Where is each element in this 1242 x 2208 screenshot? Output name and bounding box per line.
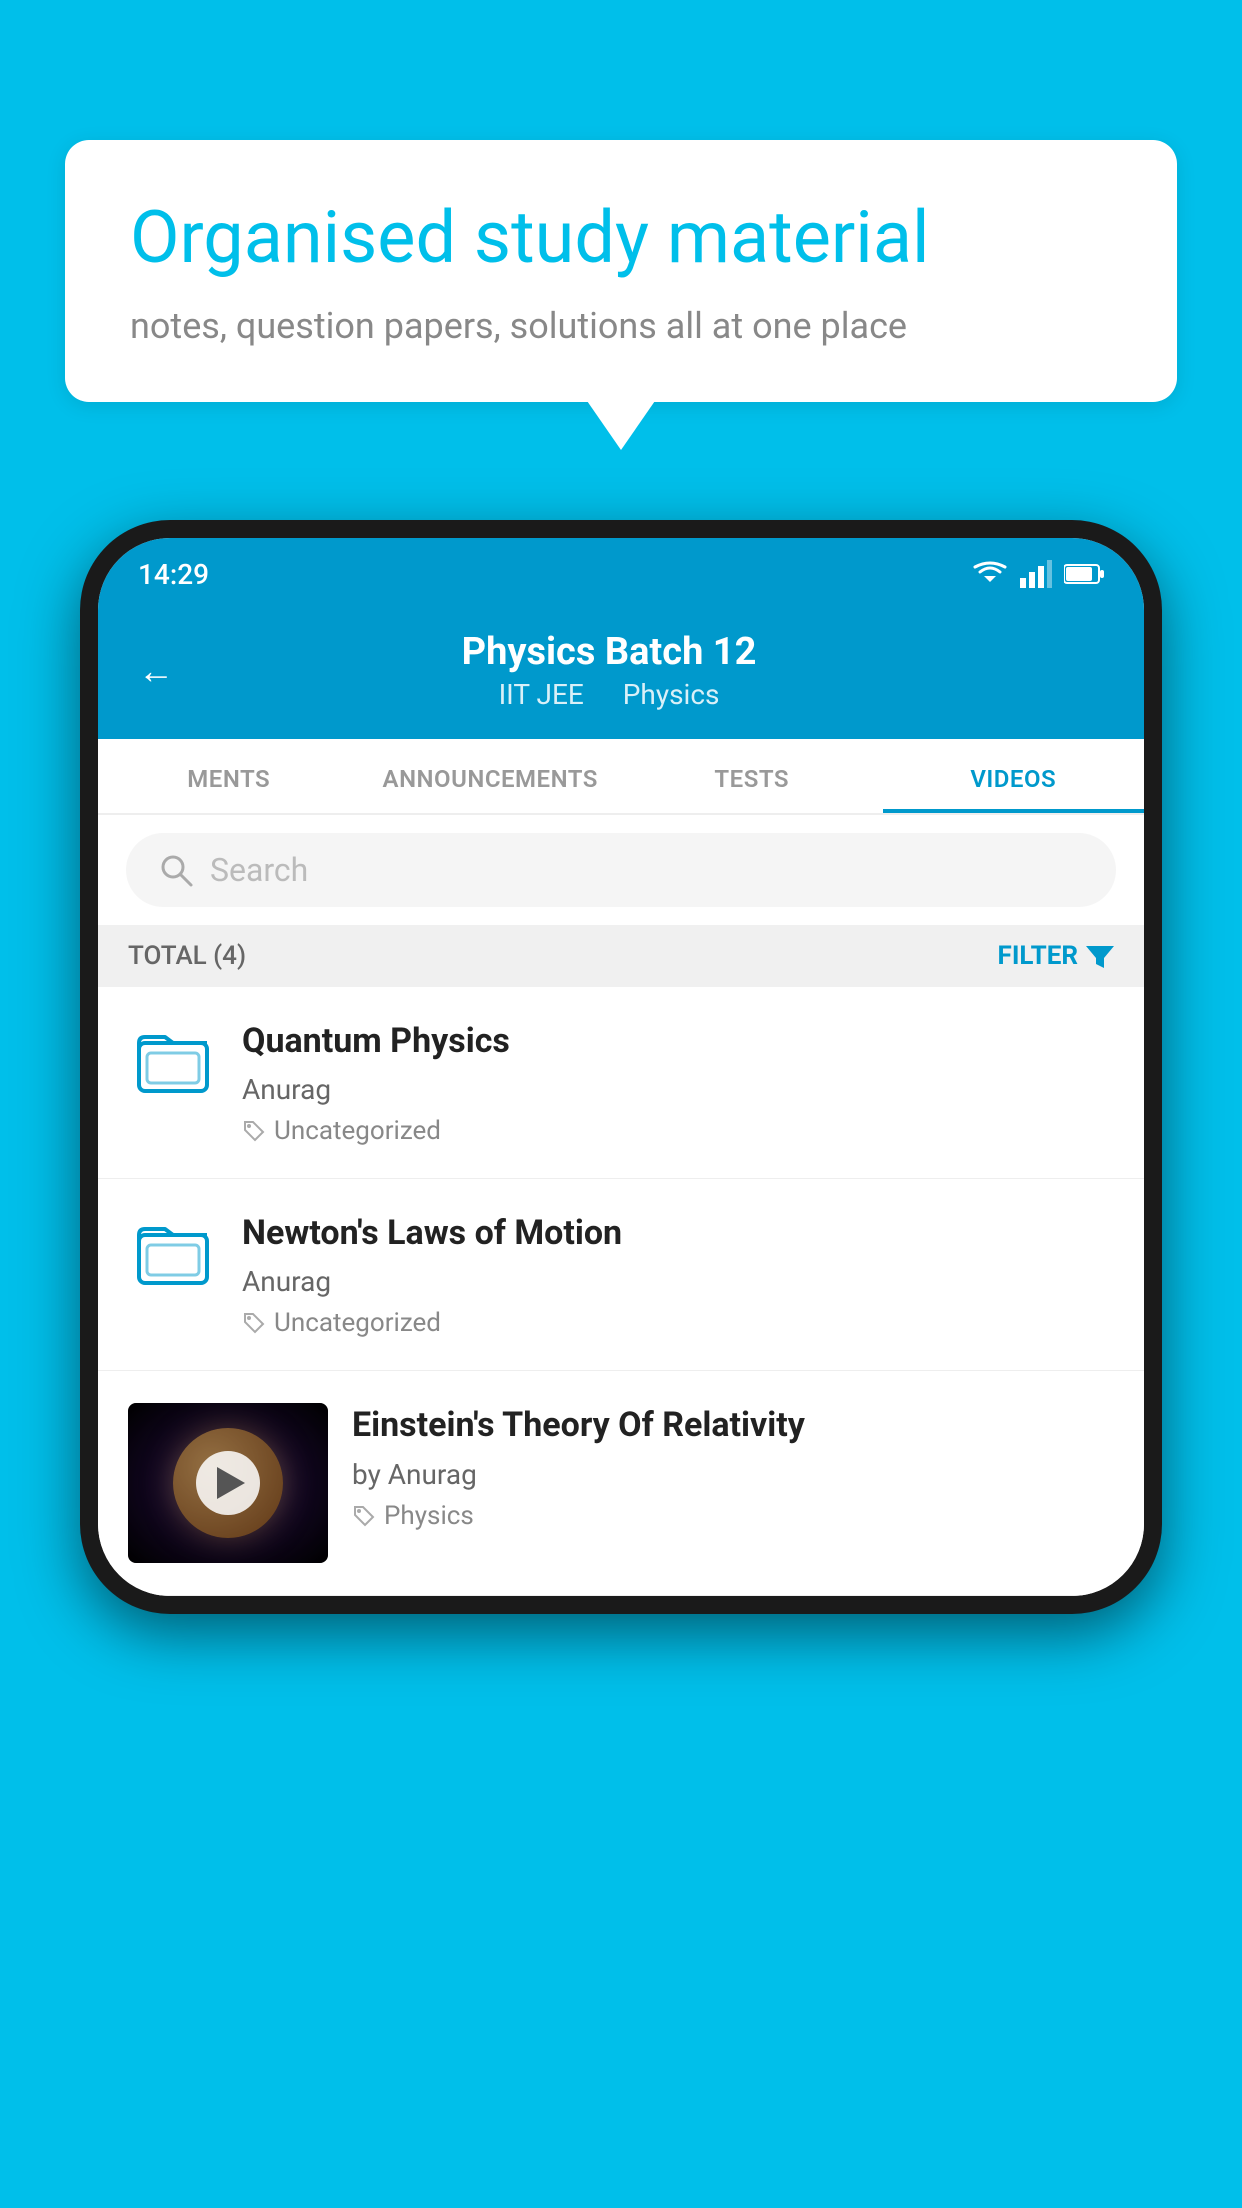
header-title: Physics Batch 12: [198, 630, 1020, 674]
phone-inner: 14:29: [98, 538, 1144, 1596]
phone-outer: 14:29: [80, 520, 1162, 1614]
app-header: ← Physics Batch 12 IIT JEE Physics: [98, 610, 1144, 739]
speech-bubble-heading: Organised study material: [130, 195, 1112, 281]
header-subtitle: IIT JEE Physics: [198, 678, 1020, 711]
video-tag: Physics: [352, 1501, 1114, 1531]
tag-icon: [242, 1119, 266, 1143]
speech-bubble: Organised study material notes, question…: [65, 140, 1177, 402]
list-item[interactable]: Quantum Physics Anurag Uncategorized: [98, 987, 1144, 1179]
speech-bubble-subtext: notes, question papers, solutions all at…: [130, 305, 1112, 347]
video-author: by Anurag: [352, 1458, 1114, 1491]
battery-icon: [1064, 563, 1104, 585]
video-tag: Uncategorized: [242, 1308, 1114, 1338]
video-author: Anurag: [242, 1265, 1114, 1298]
tag-label: Uncategorized: [274, 1308, 441, 1338]
thumbnail-overlay: [128, 1403, 328, 1563]
folder-icon-container: [128, 1211, 218, 1301]
filter-label: FILTER: [998, 941, 1078, 971]
tab-ments[interactable]: MENTS: [98, 739, 360, 813]
header-title-block: Physics Batch 12 IIT JEE Physics: [198, 630, 1020, 711]
list-item[interactable]: Einstein's Theory Of Relativity by Anura…: [98, 1371, 1144, 1596]
subtitle-part2: Physics: [623, 678, 720, 711]
video-info: Einstein's Theory Of Relativity by Anura…: [352, 1403, 1114, 1530]
video-list: Quantum Physics Anurag Uncategorized: [98, 987, 1144, 1596]
video-info: Quantum Physics Anurag Uncategorized: [242, 1019, 1114, 1146]
folder-icon-container: [128, 1019, 218, 1109]
filter-icon: [1086, 942, 1114, 970]
video-title: Einstein's Theory Of Relativity: [352, 1403, 1114, 1447]
folder-icon: [137, 1023, 209, 1099]
play-button[interactable]: [196, 1451, 260, 1515]
status-time: 14:29: [138, 558, 209, 591]
search-icon: [158, 852, 194, 888]
folder-icon: [137, 1215, 209, 1291]
video-info: Newton's Laws of Motion Anurag Uncategor…: [242, 1211, 1114, 1338]
video-tag: Uncategorized: [242, 1116, 1114, 1146]
speech-bubble-container: Organised study material notes, question…: [65, 140, 1177, 402]
filter-button[interactable]: FILTER: [998, 941, 1114, 971]
video-title: Newton's Laws of Motion: [242, 1211, 1114, 1255]
video-author: Anurag: [242, 1073, 1114, 1106]
list-item[interactable]: Newton's Laws of Motion Anurag Uncategor…: [98, 1179, 1144, 1371]
tag-label: Uncategorized: [274, 1116, 441, 1146]
search-bar[interactable]: Search: [126, 833, 1116, 907]
tab-videos[interactable]: VIDEOS: [883, 739, 1145, 813]
total-count: TOTAL (4): [128, 941, 246, 971]
tabs-bar: MENTS ANNOUNCEMENTS TESTS VIDEOS: [98, 739, 1144, 815]
wifi-icon: [972, 560, 1008, 588]
subtitle-part1: IIT JEE: [499, 678, 584, 711]
tag-icon: [242, 1311, 266, 1335]
video-title: Quantum Physics: [242, 1019, 1114, 1063]
search-bar-container: Search: [98, 815, 1144, 925]
tab-announcements[interactable]: ANNOUNCEMENTS: [360, 739, 622, 813]
tag-label: Physics: [384, 1501, 474, 1531]
status-bar-area: 14:29: [98, 538, 1144, 610]
video-thumbnail: [128, 1403, 328, 1563]
filter-bar: TOTAL (4) FILTER: [98, 925, 1144, 987]
signal-icon: [1020, 560, 1052, 588]
back-button[interactable]: ←: [138, 650, 174, 692]
search-placeholder: Search: [210, 851, 308, 889]
status-bar: 14:29: [98, 538, 1144, 610]
status-icons: [972, 560, 1104, 588]
tag-icon: [352, 1504, 376, 1528]
phone-mockup: 14:29: [80, 520, 1162, 2208]
tab-tests[interactable]: TESTS: [621, 739, 883, 813]
play-triangle-icon: [217, 1467, 245, 1499]
